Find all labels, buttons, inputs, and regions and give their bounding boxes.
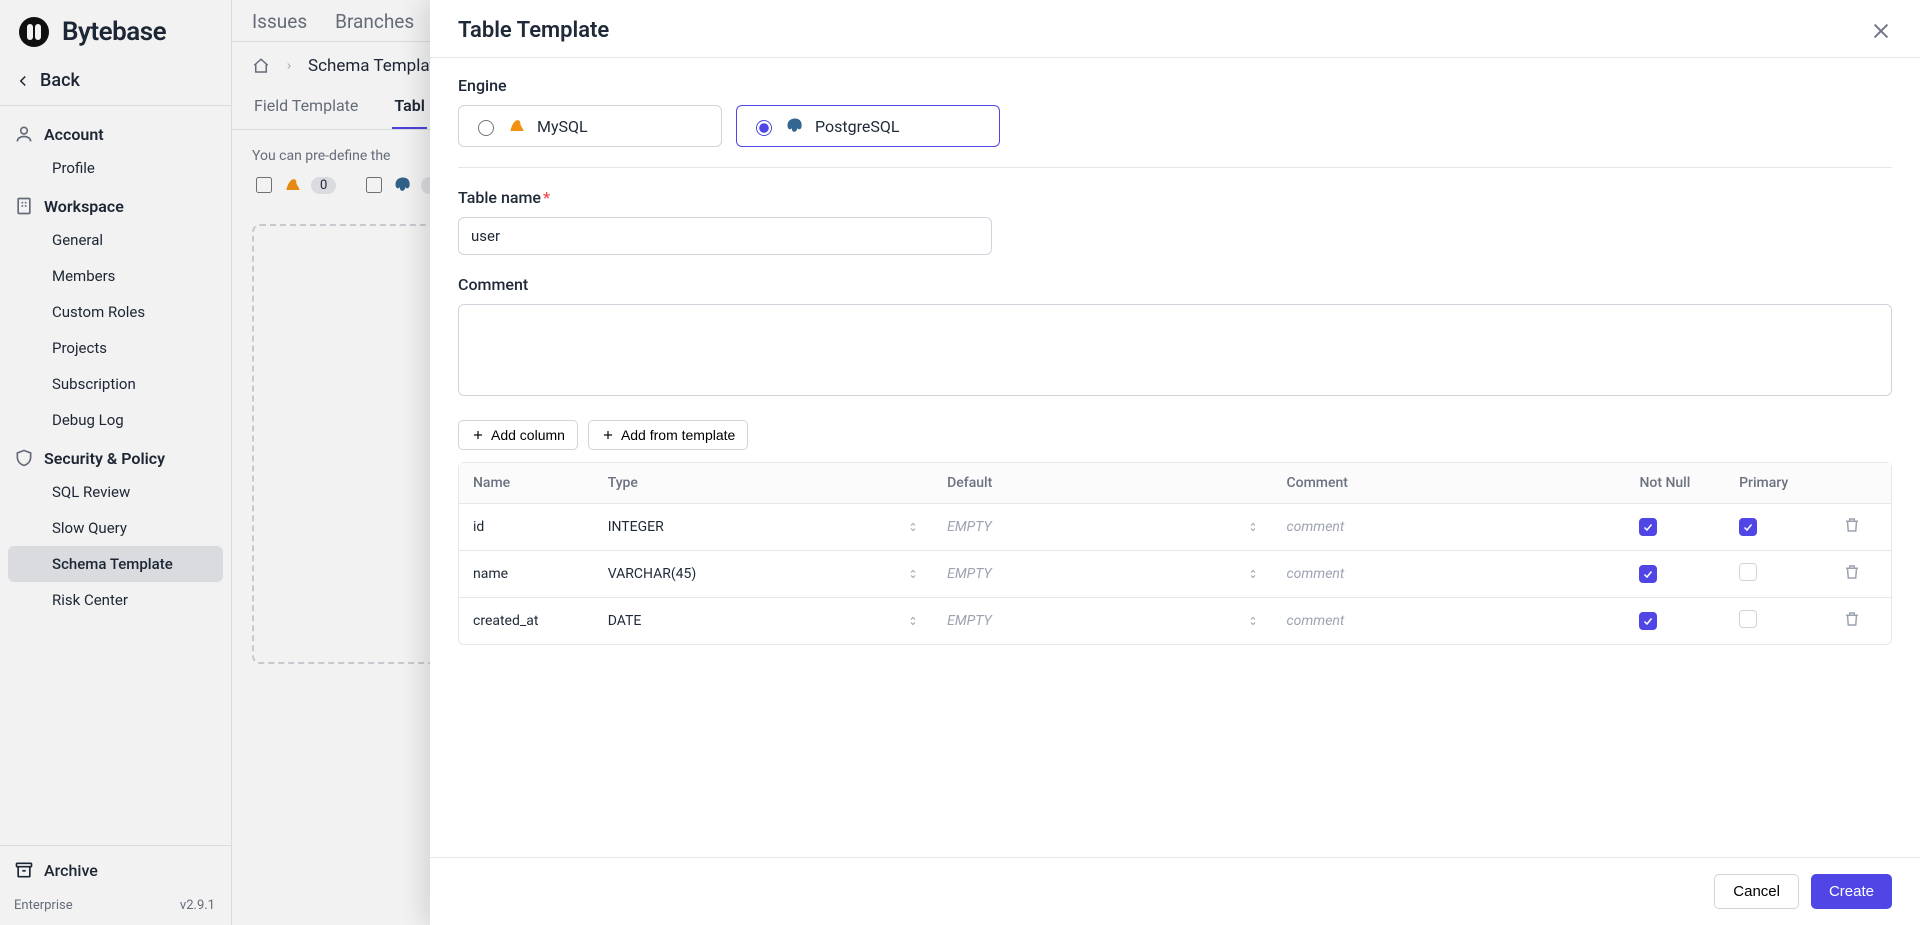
engine-label: Engine xyxy=(458,76,1892,95)
trash-icon xyxy=(1843,516,1861,534)
required-asterisk: * xyxy=(543,188,550,207)
delete-row-button[interactable] xyxy=(1843,569,1861,585)
check-icon xyxy=(1642,568,1654,580)
cell-actions xyxy=(1829,504,1891,551)
cell-default[interactable]: EMPTY xyxy=(933,598,1272,644)
drawer-body: Engine MySQL PostgreSQL Table name* Comm… xyxy=(430,58,1920,857)
notnull-checkbox[interactable] xyxy=(1639,612,1657,630)
th-default: Default xyxy=(933,463,1272,504)
delete-row-button[interactable] xyxy=(1843,616,1861,632)
columns-table: Name Type Default Comment Not Null Prima… xyxy=(458,462,1892,645)
cancel-button[interactable]: Cancel xyxy=(1714,874,1799,909)
columns-table-body: idINTEGEREMPTYcommentnameVARCHAR(45)EMPT… xyxy=(459,504,1891,644)
engine-option-mysql-label: MySQL xyxy=(537,117,588,136)
primary-checkbox[interactable] xyxy=(1739,610,1757,628)
comment-field: Comment xyxy=(458,275,1892,400)
sort-icon[interactable] xyxy=(1247,614,1259,628)
engine-option-postgres-label: PostgreSQL xyxy=(815,117,899,136)
trash-icon xyxy=(1843,610,1861,628)
cell-type[interactable]: DATE xyxy=(594,598,933,644)
cell-notnull xyxy=(1625,551,1725,598)
add-column-label: Add column xyxy=(491,427,565,443)
columns-table-head: Name Type Default Comment Not Null Prima… xyxy=(459,463,1891,504)
notnull-checkbox[interactable] xyxy=(1639,518,1657,536)
cell-name[interactable]: id xyxy=(459,504,594,551)
engine-option-postgres[interactable]: PostgreSQL xyxy=(736,105,1000,147)
close-icon xyxy=(1870,20,1892,42)
drawer-footer: Cancel Create xyxy=(430,857,1920,925)
sort-icon[interactable] xyxy=(907,567,919,581)
cell-notnull xyxy=(1625,504,1725,551)
cell-notnull xyxy=(1625,598,1725,644)
primary-checkbox[interactable] xyxy=(1739,563,1757,581)
th-actions xyxy=(1829,463,1891,504)
table-name-label-text: Table name xyxy=(458,188,541,207)
th-notnull: Not Null xyxy=(1625,463,1725,504)
cell-actions xyxy=(1829,598,1891,644)
cell-actions xyxy=(1829,551,1891,598)
engine-radio-mysql[interactable] xyxy=(478,120,494,136)
create-button[interactable]: Create xyxy=(1811,874,1892,909)
comment-input[interactable] xyxy=(458,304,1892,396)
cell-comment[interactable]: comment xyxy=(1273,551,1626,598)
drawer-header: Table Template xyxy=(430,0,1920,58)
check-icon xyxy=(1742,521,1754,533)
mysql-icon xyxy=(507,116,527,136)
trash-icon xyxy=(1843,563,1861,581)
th-primary: Primary xyxy=(1725,463,1829,504)
plus-icon xyxy=(471,428,485,442)
plus-icon xyxy=(601,428,615,442)
cell-comment[interactable]: comment xyxy=(1273,598,1626,644)
cell-name[interactable]: created_at xyxy=(459,598,594,644)
column-row: created_atDATEEMPTYcomment xyxy=(459,598,1891,644)
cell-comment[interactable]: comment xyxy=(1273,504,1626,551)
add-from-template-label: Add from template xyxy=(621,427,735,443)
engine-options: MySQL PostgreSQL xyxy=(458,105,1892,147)
column-actions: Add column Add from template xyxy=(458,420,1892,450)
th-comment: Comment xyxy=(1273,463,1626,504)
table-template-drawer: Table Template Engine MySQL PostgreSQL T… xyxy=(430,0,1920,925)
notnull-checkbox[interactable] xyxy=(1639,565,1657,583)
sort-icon[interactable] xyxy=(1247,567,1259,581)
sort-icon[interactable] xyxy=(907,614,919,628)
drawer-title: Table Template xyxy=(458,18,609,43)
cell-type[interactable]: VARCHAR(45) xyxy=(594,551,933,598)
engine-radio-postgres[interactable] xyxy=(756,120,772,136)
postgres-icon xyxy=(785,116,805,136)
cell-primary xyxy=(1725,551,1829,598)
delete-row-button[interactable] xyxy=(1843,522,1861,538)
cell-default[interactable]: EMPTY xyxy=(933,551,1272,598)
add-from-template-button[interactable]: Add from template xyxy=(588,420,748,450)
drawer-close-button[interactable] xyxy=(1870,20,1892,42)
column-row: nameVARCHAR(45)EMPTYcomment xyxy=(459,551,1891,598)
cell-name[interactable]: name xyxy=(459,551,594,598)
engine-option-mysql[interactable]: MySQL xyxy=(458,105,722,147)
add-column-button[interactable]: Add column xyxy=(458,420,578,450)
comment-label: Comment xyxy=(458,275,1892,294)
cell-primary xyxy=(1725,598,1829,644)
th-name: Name xyxy=(459,463,594,504)
table-name-label: Table name* xyxy=(458,188,1892,207)
column-row: idINTEGEREMPTYcomment xyxy=(459,504,1891,551)
cell-type[interactable]: INTEGER xyxy=(594,504,933,551)
check-icon xyxy=(1642,521,1654,533)
sort-icon[interactable] xyxy=(907,520,919,534)
cell-default[interactable]: EMPTY xyxy=(933,504,1272,551)
table-name-field: Table name* xyxy=(458,188,1892,255)
cell-primary xyxy=(1725,504,1829,551)
table-name-input[interactable] xyxy=(458,217,992,255)
check-icon xyxy=(1642,615,1654,627)
th-type: Type xyxy=(594,463,933,504)
section-divider xyxy=(458,167,1892,168)
primary-checkbox[interactable] xyxy=(1739,518,1757,536)
sort-icon[interactable] xyxy=(1247,520,1259,534)
